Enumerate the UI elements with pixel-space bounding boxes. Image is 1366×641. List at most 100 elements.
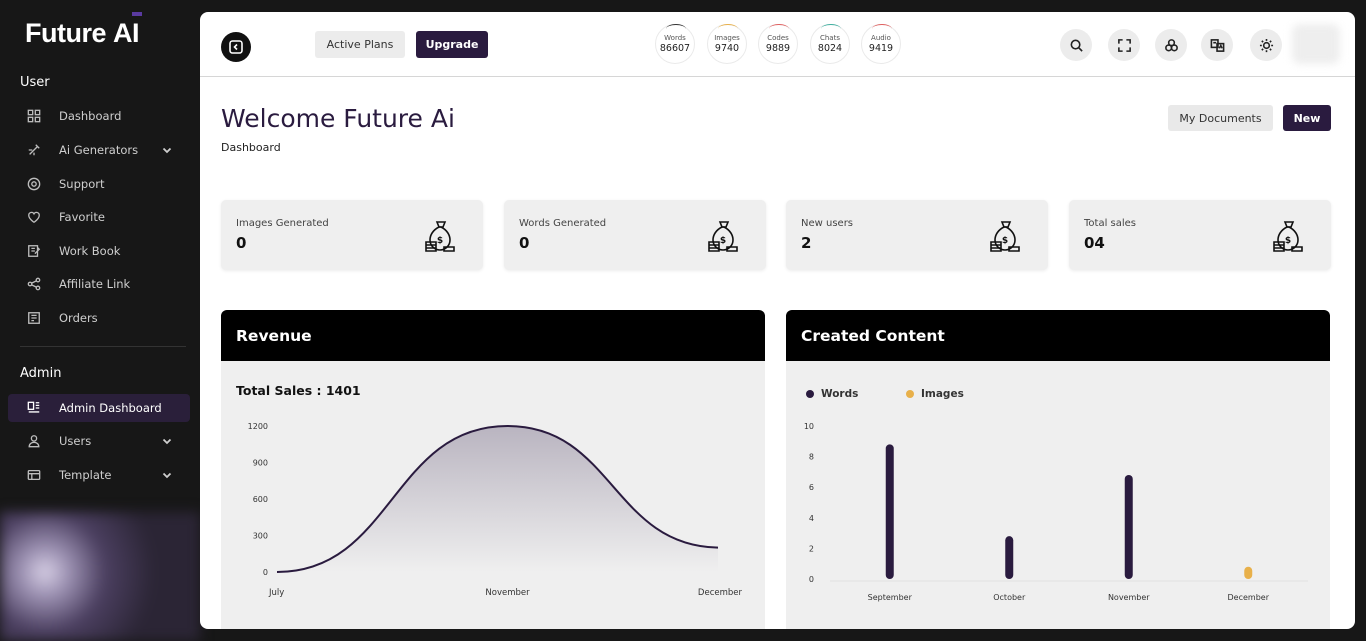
breadcrumb: Dashboard	[221, 141, 281, 154]
blurred-profile-card	[0, 512, 200, 641]
sidebar-item-label: Orders	[59, 311, 98, 325]
sidebar-divider	[20, 346, 186, 347]
settings-icon	[1164, 38, 1178, 51]
usage-images: Images 9740	[707, 24, 747, 64]
bar-words[interactable]	[1005, 536, 1014, 579]
translate-icon	[1210, 38, 1224, 52]
sidebar-item-support[interactable]: Support	[8, 170, 190, 198]
y-tick-label: 900	[253, 459, 268, 468]
sidebar-item-users[interactable]: Users	[8, 427, 190, 455]
x-tick-label: September	[868, 593, 913, 602]
sidebar-item-template[interactable]: Template	[8, 461, 190, 489]
active-plans-button[interactable]: Active Plans	[315, 31, 405, 58]
logo-text: Future	[25, 18, 107, 48]
user-icon	[26, 433, 42, 449]
main-panel: Active Plans Upgrade Words 86607 Images …	[200, 12, 1355, 629]
sidebar-item-label: Admin Dashboard	[59, 401, 162, 415]
user-section-title: User	[20, 75, 50, 90]
sidebar-item-orders[interactable]: Orders	[8, 304, 190, 332]
translate-button[interactable]	[1201, 29, 1233, 61]
stat-value: 2	[801, 234, 812, 252]
y-tick-label: 2	[809, 544, 814, 553]
y-tick-label: 6	[809, 483, 814, 492]
sidebar-item-favorite[interactable]: Favorite	[8, 203, 190, 231]
logo-suffix: AI	[113, 18, 140, 48]
usage-chats: Chats 8024	[810, 24, 850, 64]
sidebar-item-label: Work Book	[59, 244, 121, 258]
sun-icon	[1259, 38, 1273, 52]
x-tick-label: July	[268, 588, 284, 598]
logo[interactable]: Future AI	[25, 18, 140, 49]
bar-words[interactable]	[1124, 474, 1133, 579]
chevron-down-icon	[162, 144, 172, 154]
y-tick-label: 8	[809, 453, 814, 462]
sidebar-item-label: Template	[59, 468, 112, 482]
sidebar-item-dashboard[interactable]: Dashboard	[8, 102, 190, 130]
settings-button[interactable]	[1155, 29, 1187, 61]
collapse-sidebar-button[interactable]	[221, 32, 251, 62]
chevron-left-icon	[229, 40, 243, 54]
stat-value: 04	[1084, 234, 1105, 252]
stat-card-new-users: New users 2 $	[786, 200, 1048, 270]
money-bag-icon: $	[990, 221, 1020, 252]
svg-text:$: $	[1285, 236, 1291, 246]
template-icon	[26, 467, 42, 483]
sidebar-item-label: Affiliate Link	[59, 277, 131, 291]
admin-dashboard-icon	[26, 400, 42, 416]
avatar[interactable]	[1292, 24, 1340, 64]
search-button[interactable]	[1060, 29, 1092, 61]
revenue-chart: 0 300 600 900 1200 July November December	[248, 422, 743, 598]
new-button[interactable]: New	[1283, 105, 1331, 131]
y-tick-label: 300	[253, 532, 268, 541]
share-icon	[26, 276, 42, 292]
sidebar-item-admin-dashboard[interactable]: Admin Dashboard	[8, 394, 190, 422]
revenue-card: Revenue Total Sales : 1401 0 300 600 900 120…	[221, 310, 765, 629]
created-content-chart: 0 2 4 6 8 10 September October November December	[804, 422, 1308, 602]
x-tick-label: November	[1108, 593, 1150, 602]
ai-generators-icon	[26, 142, 42, 158]
money-bag-icon: $	[1273, 221, 1303, 252]
grid-icon	[26, 108, 42, 124]
created-content-card: Created Content Words Images 0 2 4 6 8 10 Sept…	[786, 310, 1330, 629]
stat-value: 0	[236, 234, 247, 252]
x-tick-label: December	[698, 588, 743, 598]
fullscreen-icon	[1117, 38, 1131, 52]
heart-icon	[26, 209, 42, 225]
y-tick-label: 4	[809, 514, 814, 523]
sidebar-item-ai-generators[interactable]: Ai Generators	[8, 136, 190, 164]
usage-words: Words 86607	[655, 24, 695, 64]
stat-label: New users	[801, 218, 854, 229]
y-tick-label: 1200	[248, 422, 268, 431]
sidebar: Future AI User Dashboard Ai Generators S…	[0, 0, 200, 641]
usage-audio: Audio 9419	[861, 24, 901, 64]
support-icon	[26, 176, 42, 192]
x-tick-label: October	[993, 593, 1026, 602]
stat-card-images-generated: Images Generated 0 $	[221, 200, 483, 270]
x-tick-label: December	[1228, 593, 1270, 602]
fullscreen-button[interactable]	[1108, 29, 1140, 61]
y-tick-label: 600	[253, 495, 268, 504]
theme-toggle-button[interactable]	[1250, 29, 1282, 61]
x-tick-label: November	[485, 588, 530, 598]
y-tick-label: 0	[263, 568, 268, 577]
topbar: Active Plans Upgrade Words 86607 Images …	[200, 12, 1355, 77]
admin-section-title: Admin	[20, 366, 62, 381]
y-tick-label: 0	[809, 575, 814, 584]
svg-text:$: $	[720, 236, 726, 246]
sidebar-item-label: Dashboard	[59, 109, 122, 123]
orders-icon	[26, 310, 42, 326]
stat-label: Images Generated	[236, 218, 329, 229]
bar-words[interactable]	[885, 444, 894, 579]
sidebar-item-work-book[interactable]: Work Book	[8, 237, 190, 265]
upgrade-button[interactable]: Upgrade	[416, 31, 488, 58]
sidebar-item-affiliate-link[interactable]: Affiliate Link	[8, 270, 190, 298]
svg-text:$: $	[1002, 236, 1008, 246]
sidebar-item-label: Favorite	[59, 210, 105, 224]
bar-images[interactable]	[1244, 566, 1253, 579]
stat-label: Total sales	[1084, 218, 1137, 229]
my-documents-button[interactable]: My Documents	[1168, 105, 1273, 131]
y-tick-label: 10	[804, 422, 814, 431]
page-title: Welcome Future Ai	[221, 104, 455, 133]
chevron-down-icon	[162, 435, 172, 445]
stat-value: 0	[519, 234, 530, 252]
